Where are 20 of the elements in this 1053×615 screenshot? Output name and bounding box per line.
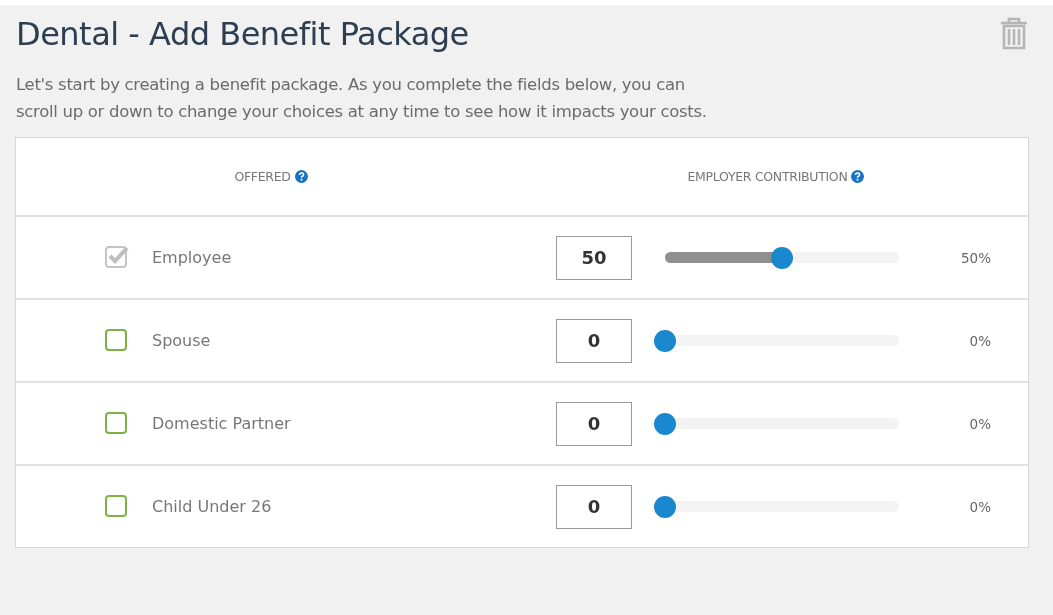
page-title: Dental - Add Benefit Package <box>16 15 469 53</box>
percent-reading: 0% <box>968 332 991 349</box>
benefit-label: Spouse <box>152 331 211 350</box>
percent-reading: 50% <box>960 249 991 266</box>
percent-reading: 0% <box>968 498 991 515</box>
help-icon[interactable] <box>294 170 308 183</box>
help-icon[interactable] <box>851 170 865 183</box>
slider-thumb[interactable] <box>654 330 676 352</box>
column-header: OFFERED <box>234 169 291 184</box>
benefit-label: Child Under 26 <box>152 497 272 516</box>
benefit-label: Employee <box>152 248 232 267</box>
slider-thumb[interactable] <box>654 496 676 518</box>
column-header: EMPLOYER CONTRIBUTION <box>687 169 848 184</box>
slider-thumb[interactable] <box>654 413 676 435</box>
benefit-label: Domestic Partner <box>152 414 291 433</box>
contribution-input[interactable]: 0 <box>556 318 632 363</box>
intro-text: Let's start by creating a benefit package. As you complete the fields below, you can scroll up or down to change your choices at any time to see how it impacts your costs. <box>16 74 708 123</box>
contribution-input[interactable]: 0 <box>556 401 632 446</box>
contribution-input[interactable]: 0 <box>556 484 632 529</box>
percent-reading: 0% <box>968 415 991 432</box>
